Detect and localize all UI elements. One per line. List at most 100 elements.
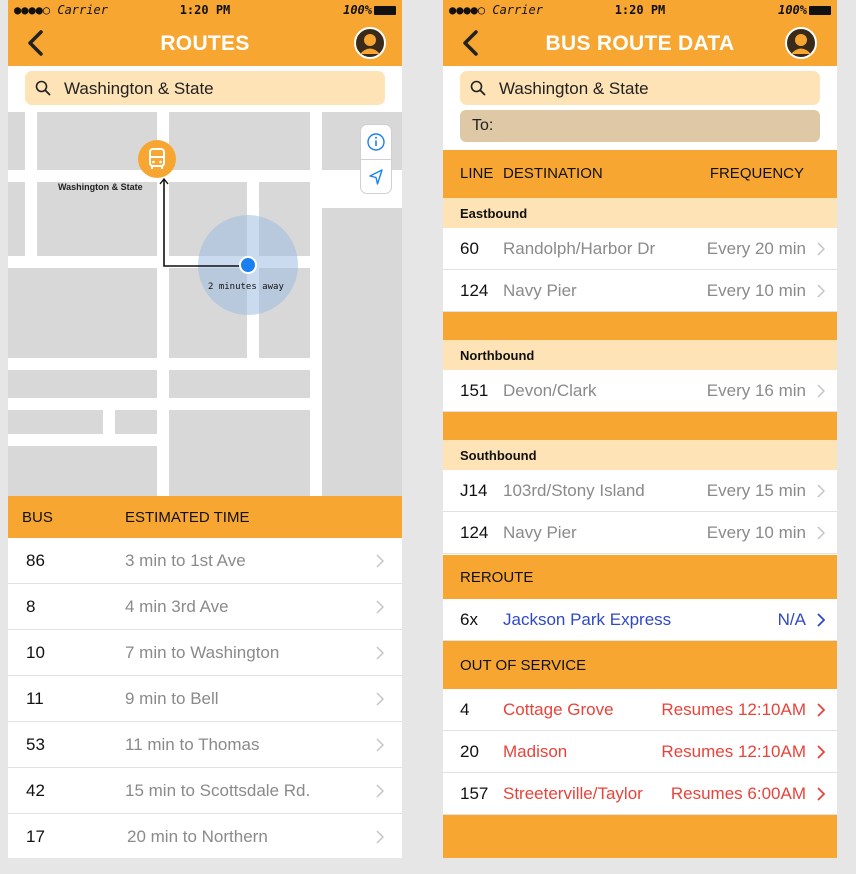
section-reroute: REROUTE <box>443 555 837 599</box>
map-block <box>8 112 25 170</box>
chevron-right-icon <box>817 613 825 627</box>
bus-table-header: BUS ESTIMATED TIME <box>8 496 402 538</box>
section-label: REROUTE <box>460 569 534 586</box>
col-frequency: FREQUENCY <box>709 165 804 182</box>
estimated-time: 11 min to Thomas <box>125 735 260 754</box>
section-label: Eastbound <box>460 206 528 221</box>
search-input[interactable]: Washington & State <box>460 71 820 105</box>
nav-bar: BUS ROUTE DATA <box>443 20 837 66</box>
battery-percent: 100% <box>343 3 372 17</box>
chevron-right-icon <box>376 646 384 660</box>
table-row[interactable]: 53 11 min to Thomas <box>8 722 402 768</box>
map-block <box>8 370 157 398</box>
destination-input[interactable]: To: <box>460 110 820 142</box>
col-destination: DESTINATION <box>503 165 603 182</box>
line-number: 124 <box>460 281 489 300</box>
route-row[interactable]: 124 Navy Pier Every 10 min <box>443 512 837 554</box>
section-label: OUT OF SERVICE <box>460 657 587 674</box>
line-number: 157 <box>460 784 489 803</box>
chevron-right-icon <box>817 284 825 298</box>
chevron-right-icon <box>376 692 384 706</box>
profile-button[interactable] <box>354 27 386 59</box>
line-number: 6x <box>460 610 478 629</box>
chevron-right-icon <box>817 526 825 540</box>
map-block <box>322 208 402 496</box>
frequency: N/A <box>777 610 806 629</box>
line-number: 124 <box>460 523 489 542</box>
route-row[interactable]: 124 Navy Pier Every 10 min <box>443 270 837 312</box>
section-southbound: Southbound <box>443 440 837 470</box>
current-location-dot[interactable] <box>239 256 257 274</box>
route-row[interactable]: 20 Madison Resumes 12:10AM <box>443 731 837 773</box>
line-number: 60 <box>460 239 479 258</box>
locate-button[interactable] <box>361 160 391 194</box>
status-bar: ●●●●○ Carrier 1:20 PM 100% <box>443 0 837 20</box>
chevron-right-icon <box>376 830 384 844</box>
info-button[interactable] <box>361 125 391 159</box>
destination: Devon/Clark <box>503 381 597 400</box>
estimated-time: 15 min to Scottsdale Rd. <box>125 781 311 800</box>
map-block <box>8 446 157 496</box>
nav-bar: ROUTES <box>8 20 402 66</box>
search-icon <box>35 80 51 96</box>
search-bar: Washington & State <box>8 66 402 112</box>
estimated-time: 3 min to 1st Ave <box>125 551 246 570</box>
table-row[interactable]: 86 3 min to 1st Ave <box>8 538 402 584</box>
line-number: 151 <box>460 381 489 400</box>
table-row[interactable]: 10 7 min to Washington <box>8 630 402 676</box>
table-row[interactable]: 8 4 min 3rd Ave <box>8 584 402 630</box>
chevron-right-icon <box>376 784 384 798</box>
route-row[interactable]: 4 Cottage Grove Resumes 12:10AM <box>443 689 837 731</box>
location-arrow-icon <box>369 169 383 185</box>
map-view[interactable]: Washington & State 2 minutes away <box>8 112 402 496</box>
destination: Navy Pier <box>503 523 577 542</box>
chevron-right-icon <box>376 738 384 752</box>
bus-number: 42 <box>26 781 45 800</box>
destination: Madison <box>503 742 568 761</box>
user-avatar-icon <box>354 27 386 59</box>
map-block <box>8 268 157 358</box>
frequency: Resumes 12:10AM <box>661 742 806 761</box>
estimated-time: 20 min to Northern <box>127 827 268 846</box>
chevron-right-icon <box>817 745 825 759</box>
section-label: Northbound <box>460 348 535 363</box>
frequency: Every 16 min <box>706 381 806 400</box>
info-icon <box>367 133 385 151</box>
map-block <box>169 370 310 398</box>
table-row[interactable]: 42 15 min to Scottsdale Rd. <box>8 768 402 814</box>
bus-stop-pin[interactable] <box>138 140 176 178</box>
route-row[interactable]: 151 Devon/Clark Every 16 min <box>443 370 837 412</box>
frequency: Every 10 min <box>706 281 806 300</box>
map-block <box>115 410 157 434</box>
profile-button[interactable] <box>785 27 817 59</box>
line-number: 20 <box>460 742 479 761</box>
destination: Navy Pier <box>503 281 577 300</box>
user-avatar-icon <box>785 27 817 59</box>
search-value: Washington & State <box>499 79 649 98</box>
route-row[interactable]: 60 Randolph/Harbor Dr Every 20 min <box>443 228 837 270</box>
chevron-right-icon <box>817 242 825 256</box>
battery-indicator: 100% <box>778 3 831 17</box>
frequency: Resumes 12:10AM <box>661 700 806 719</box>
section-spacer <box>443 312 837 340</box>
stop-label: Washington & State <box>58 182 143 192</box>
search-input[interactable]: Washington & State <box>25 71 385 105</box>
page-title: ROUTES <box>160 32 250 55</box>
route-row[interactable]: 157 Streeterville/Taylor Resumes 6:00AM <box>443 773 837 815</box>
col-bus: BUS <box>22 509 53 526</box>
route-row[interactable]: 6x Jackson Park Express N/A <box>443 599 837 641</box>
eta-label: 2 minutes away <box>208 282 284 292</box>
bus-number: 86 <box>26 551 45 570</box>
route-row[interactable]: J14 103rd/Stony Island Every 15 min <box>443 470 837 512</box>
routes-screen: ●●●●○ Carrier 1:20 PM 100% ROUTES Washin… <box>8 0 402 858</box>
frequency: Every 20 min <box>706 239 806 258</box>
route-data-screen: ●●●●○ Carrier 1:20 PM 100% BUS ROUTE DAT… <box>443 0 837 858</box>
table-row[interactable]: 17 20 min to Northern <box>8 814 402 858</box>
destination-placeholder: To: <box>472 117 494 134</box>
bus-number: 11 <box>26 689 44 708</box>
map-block <box>8 410 103 434</box>
col-line: LINE <box>460 165 494 182</box>
destination: Streeterville/Taylor <box>503 784 643 803</box>
search-value: Washington & State <box>64 79 214 98</box>
table-row[interactable]: 11 9 min to Bell <box>8 676 402 722</box>
